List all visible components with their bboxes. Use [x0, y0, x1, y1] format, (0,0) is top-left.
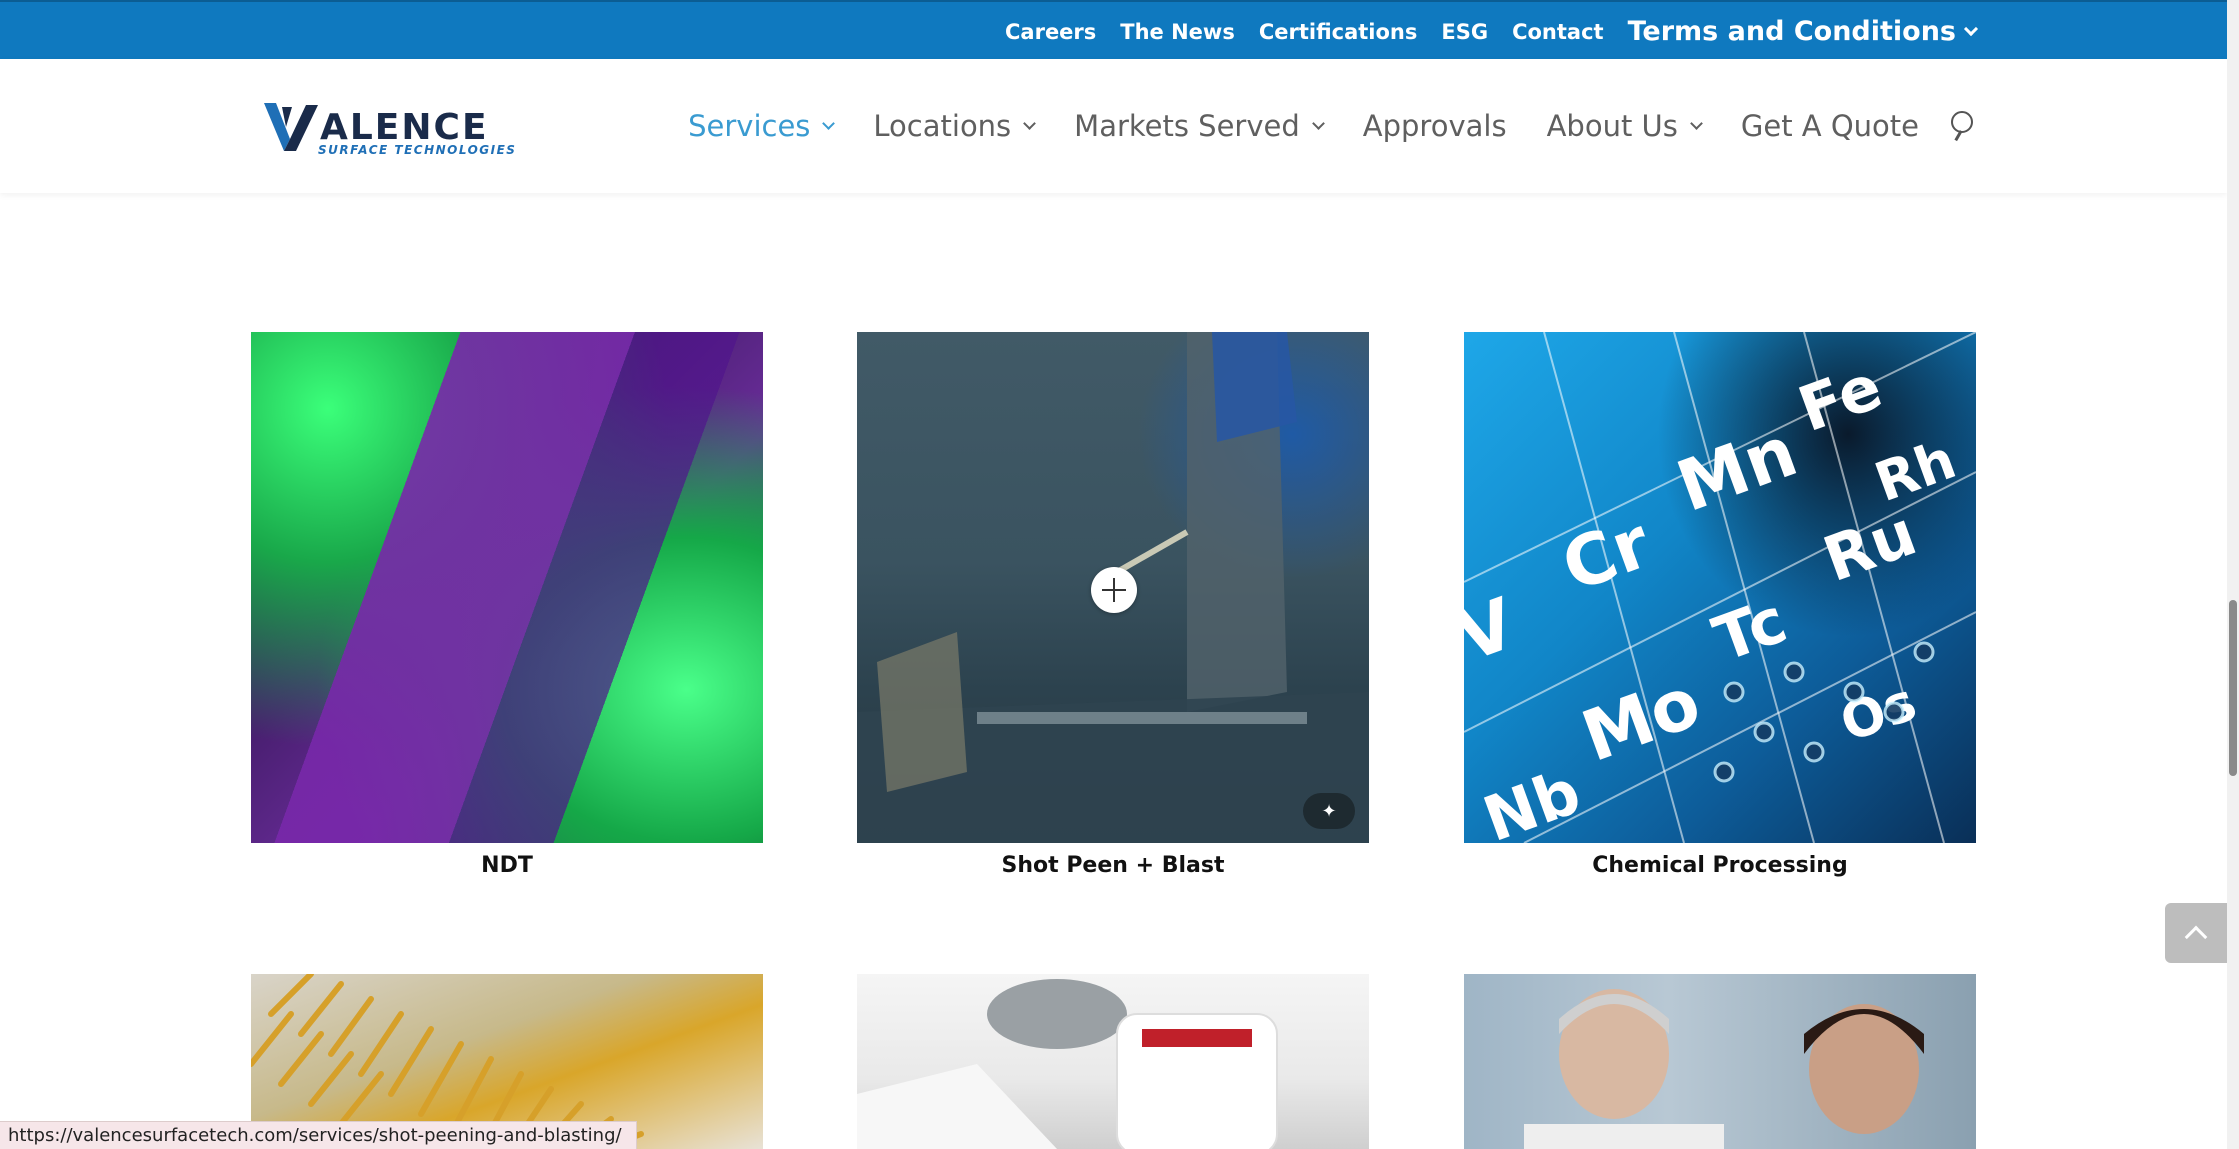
svg-text:Ru: Ru — [1814, 496, 1925, 596]
site-logo[interactable]: ALENCE SURFACE TECHNOLOGIES — [262, 99, 532, 159]
top-link-news[interactable]: The News — [1120, 20, 1235, 44]
nav-approvals-label: Approvals — [1362, 109, 1507, 143]
back-to-top-button[interactable] — [2165, 903, 2227, 963]
card-title-ndt[interactable]: NDT — [251, 853, 763, 878]
svg-text:SURFACE TECHNOLOGIES: SURFACE TECHNOLOGIES — [318, 143, 516, 157]
card-title-chemical[interactable]: Chemical Processing — [1464, 853, 1976, 878]
service-card-row2-3[interactable] — [1464, 974, 1976, 1149]
svg-text:Os: Os — [1833, 672, 1924, 754]
ndt-image[interactable] — [251, 332, 763, 843]
page-scrollbar[interactable] — [2227, 0, 2239, 1149]
top-link-terms[interactable]: Terms and Conditions — [1627, 16, 1979, 47]
scrollbar-thumb[interactable] — [2229, 600, 2237, 776]
nav-locations-label: Locations — [873, 109, 1012, 143]
card-title-shot-peen[interactable]: Shot Peen + Blast — [857, 853, 1369, 878]
main-nav: Services Locations Markets Served Approv… — [688, 59, 1977, 193]
chevron-down-icon — [822, 116, 836, 130]
chevron-up-icon — [2184, 925, 2208, 949]
nav-services[interactable]: Services — [688, 109, 836, 143]
lab-workers-image[interactable] — [1464, 974, 1976, 1149]
lab-workers-illustration — [1524, 989, 1924, 1149]
top-link-certifications[interactable]: Certifications — [1259, 20, 1418, 44]
nav-markets-label: Markets Served — [1074, 109, 1300, 143]
main-header: ALENCE SURFACE TECHNOLOGIES Services Loc… — [0, 59, 2227, 193]
svg-text:Cr: Cr — [1552, 501, 1661, 608]
nav-quote-label: Get A Quote — [1740, 109, 1919, 143]
svg-text:Tc: Tc — [1704, 583, 1796, 676]
chevron-down-icon — [1023, 116, 1037, 130]
chevron-down-icon — [1311, 116, 1325, 130]
svg-text:ALENCE: ALENCE — [320, 107, 489, 148]
chevron-down-icon — [1963, 21, 1979, 36]
zoom-plus-icon[interactable] — [1091, 567, 1137, 613]
nav-about-us[interactable]: About Us — [1546, 109, 1703, 143]
search-icon[interactable] — [1949, 109, 1977, 143]
top-link-contact[interactable]: Contact — [1512, 20, 1604, 44]
terms-label: Terms and Conditions — [1627, 16, 1956, 47]
svg-text:Nb: Nb — [1474, 755, 1589, 843]
status-bar-url: https://valencesurfacetech.com/services/… — [0, 1121, 637, 1149]
svg-text:Rh: Rh — [1867, 428, 1964, 515]
magic-wand-icon[interactable]: ✦ — [1303, 793, 1355, 829]
top-link-careers[interactable]: Careers — [1005, 20, 1096, 44]
svg-text:Mo: Mo — [1572, 661, 1711, 778]
spray-painter-image[interactable] — [857, 974, 1369, 1149]
nav-services-label: Services — [688, 109, 811, 143]
nav-markets-served[interactable]: Markets Served — [1074, 109, 1325, 143]
service-card-chemical[interactable]: V Cr Mn Fe Mo Tc Ru Nb Rh Os Chemical Pr… — [1464, 332, 1976, 878]
valence-logo-icon: ALENCE SURFACE TECHNOLOGIES — [264, 103, 516, 157]
svg-text:V: V — [1464, 582, 1526, 678]
nav-get-a-quote[interactable]: Get A Quote — [1741, 109, 1919, 143]
nav-locations[interactable]: Locations — [873, 109, 1037, 143]
chemical-processing-image[interactable]: V Cr Mn Fe Mo Tc Ru Nb Rh Os — [1464, 332, 1976, 843]
service-card-row2-2[interactable] — [857, 974, 1369, 1149]
nav-approvals[interactable]: Approvals — [1363, 109, 1507, 143]
svg-text:Fe: Fe — [1789, 349, 1891, 446]
service-card-shot-peen[interactable]: ✦ Shot Peen + Blast — [857, 332, 1369, 878]
chevron-down-icon — [1690, 116, 1703, 130]
top-link-esg[interactable]: ESG — [1441, 20, 1488, 44]
spray-painter-illustration — [857, 979, 1278, 1149]
nav-about-label: About Us — [1546, 109, 1678, 143]
shot-peen-image[interactable]: ✦ — [857, 332, 1369, 843]
service-card-ndt[interactable]: NDT — [251, 332, 763, 878]
periodic-table-illustration: V Cr Mn Fe Mo Tc Ru Nb Rh Os — [1464, 332, 1976, 843]
svg-text:Mn: Mn — [1667, 410, 1807, 528]
top-utility-links: Careers The News Certifications ESG Cont… — [1005, 2, 1979, 61]
top-utility-bar: Careers The News Certifications ESG Cont… — [0, 0, 2227, 59]
